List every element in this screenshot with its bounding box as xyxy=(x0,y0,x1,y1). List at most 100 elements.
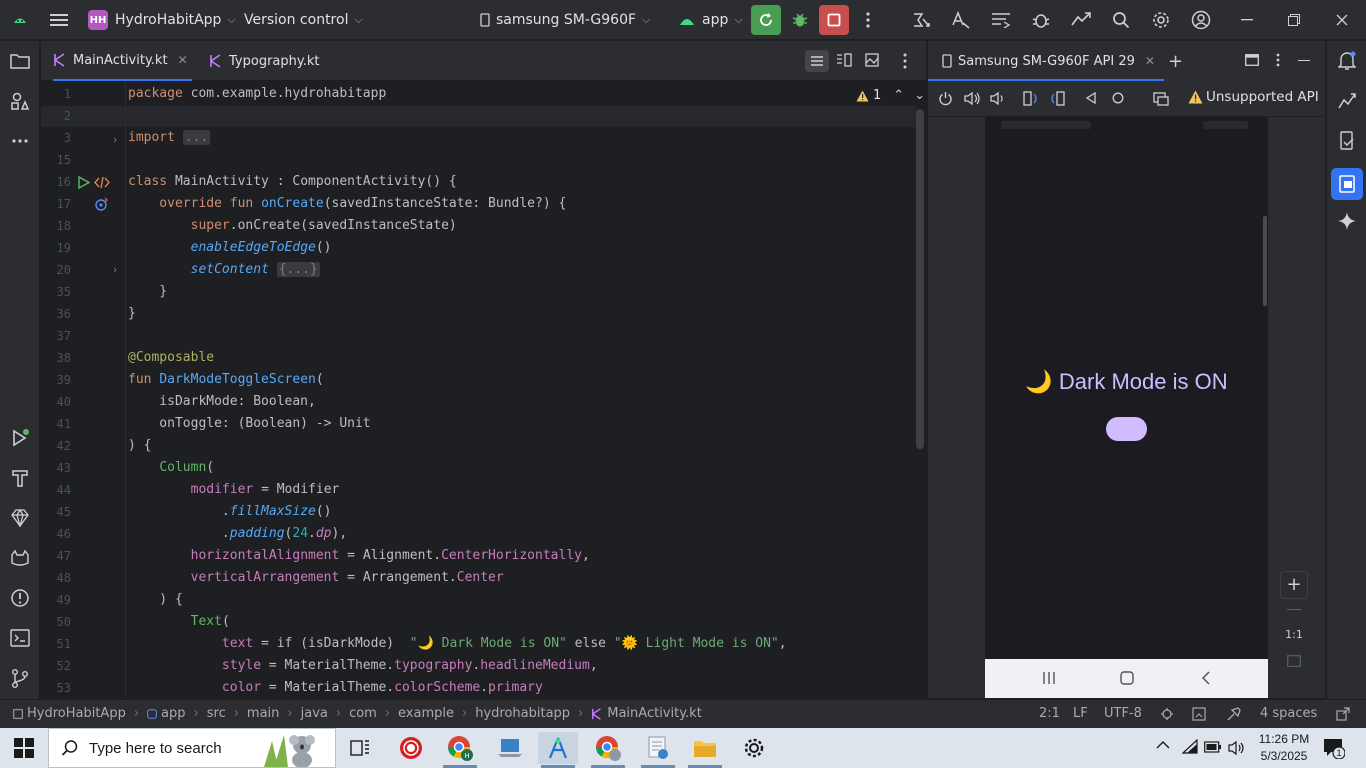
screen-recorder-icon[interactable] xyxy=(391,732,431,764)
breadcrumb-item[interactable]: com xyxy=(349,706,377,721)
account-icon[interactable] xyxy=(1189,8,1213,32)
home-icon[interactable] xyxy=(1120,671,1134,685)
chevron-down-icon[interactable]: ⌄ xyxy=(914,88,925,103)
logcat-icon[interactable] xyxy=(8,546,32,570)
chrome-icon[interactable] xyxy=(588,732,628,764)
line-separator[interactable]: LF xyxy=(1073,706,1088,721)
breadcrumb-item[interactable]: example xyxy=(398,706,454,721)
debug-button[interactable] xyxy=(788,8,812,32)
power-save-icon[interactable] xyxy=(1226,706,1242,722)
code-view-button[interactable] xyxy=(805,50,829,72)
override-gutter-icon[interactable] xyxy=(95,197,109,211)
running-devices-icon[interactable] xyxy=(1331,168,1363,200)
action-center-icon[interactable]: 1 xyxy=(1323,737,1345,759)
add-device-icon[interactable]: + xyxy=(1168,51,1183,72)
options-icon[interactable] xyxy=(1276,53,1280,67)
device-screen[interactable]: 🌙 Dark Mode is ON xyxy=(985,117,1268,659)
notepad-app-icon[interactable] xyxy=(638,732,678,764)
window-close-button[interactable] xyxy=(1330,8,1354,32)
tab-mainactivity[interactable]: MainActivity.kt ✕ xyxy=(53,41,192,81)
window-restore-button[interactable] xyxy=(1282,8,1306,32)
show-hidden-icons-icon[interactable] xyxy=(1156,740,1170,750)
window-minimize-button[interactable] xyxy=(1235,8,1259,32)
terminal-icon[interactable] xyxy=(8,626,32,650)
vertical-scrollbar[interactable] xyxy=(916,109,924,449)
breadcrumb-item[interactable]: hydrohabitapp xyxy=(475,706,570,721)
gemini-sparkle-icon[interactable] xyxy=(1335,209,1359,233)
main-menu-icon[interactable] xyxy=(47,8,71,32)
build-variants-icon[interactable] xyxy=(989,8,1013,32)
rerun-button[interactable] xyxy=(751,5,781,35)
breadcrumb-item[interactable]: src xyxy=(207,706,226,721)
android-debug-icon[interactable] xyxy=(1029,8,1053,32)
breadcrumb-item[interactable]: HydroHabitApp xyxy=(27,706,126,721)
build-hammer-icon[interactable] xyxy=(8,466,32,490)
more-actions-icon[interactable] xyxy=(856,8,880,32)
device-tab[interactable]: Samsung SM-G960F API 29 ✕ xyxy=(928,41,1155,81)
minimize-icon[interactable] xyxy=(1298,60,1310,62)
settings-gear-icon[interactable] xyxy=(734,732,774,764)
wifi-icon[interactable] xyxy=(1182,739,1198,755)
volume-icon[interactable] xyxy=(1228,740,1246,756)
breadcrumb-item[interactable]: main xyxy=(247,706,279,721)
code-editor[interactable]: 1 ⌃ ⌄ 1 2 3 15 16 17 18 19 20 35 36 37 3… xyxy=(41,82,926,698)
split-view-icon[interactable] xyxy=(836,53,852,67)
gem-icon[interactable] xyxy=(8,506,32,530)
caret-position[interactable]: 2:1 xyxy=(1039,706,1060,721)
design-view-icon[interactable] xyxy=(865,53,879,67)
rotate-right-icon[interactable] xyxy=(1049,91,1065,106)
zoom-in-button[interactable]: + xyxy=(1280,571,1308,599)
stop-button[interactable] xyxy=(819,5,849,35)
recents-icon[interactable] xyxy=(1043,671,1055,685)
gradle-icon[interactable] xyxy=(1335,89,1359,113)
device-scrollbar[interactable] xyxy=(1263,216,1267,306)
task-view-icon[interactable] xyxy=(340,732,380,764)
close-icon[interactable]: ✕ xyxy=(1145,54,1155,68)
profiler-icon[interactable] xyxy=(909,8,933,32)
breadcrumb-item[interactable]: MainActivity.kt xyxy=(607,706,702,721)
git-branch-icon[interactable] xyxy=(8,666,32,690)
memory-indicator-icon[interactable] xyxy=(1192,707,1206,721)
settings-gear-icon[interactable] xyxy=(1149,8,1173,32)
taskbar-search-box[interactable]: Type here to search xyxy=(48,728,336,768)
inspection-widget[interactable]: 1 ⌃ ⌄ xyxy=(856,88,925,103)
device-selector[interactable]: samsung SM-G960F ⌵ xyxy=(480,0,650,40)
run-config-selector[interactable]: app ⌵ xyxy=(678,0,743,40)
zoom-out-button[interactable] xyxy=(1287,609,1301,610)
close-icon[interactable]: ✕ xyxy=(178,53,188,67)
fold-expand-icon[interactable]: › xyxy=(113,263,117,276)
indent-setting[interactable]: 4 spaces xyxy=(1260,706,1317,721)
notifications-bell-icon[interactable] xyxy=(1335,49,1359,73)
problems-icon[interactable] xyxy=(8,586,32,610)
unsupported-api-warning[interactable]: Unsupported API xyxy=(1188,89,1319,105)
file-encoding[interactable]: UTF-8 xyxy=(1104,706,1142,721)
zoom-actual-size-button[interactable]: 1:1 xyxy=(1280,628,1308,641)
compose-preview-icon[interactable] xyxy=(94,176,110,189)
system-clock[interactable]: 11:26 PM 5/3/2025 xyxy=(1254,731,1314,765)
more-tabs-icon[interactable] xyxy=(903,53,907,69)
breadcrumb-item[interactable]: java xyxy=(301,706,328,721)
android-studio-logo-icon[interactable] xyxy=(8,8,32,32)
home-icon[interactable] xyxy=(1112,92,1124,104)
run-tool-icon[interactable] xyxy=(8,426,32,450)
readonly-toggle-icon[interactable] xyxy=(1161,707,1173,721)
android-studio-taskbar-icon[interactable] xyxy=(538,732,578,764)
tab-typography[interactable]: Typography.kt xyxy=(209,41,319,81)
screenshot-icon[interactable] xyxy=(1153,91,1169,106)
layout-icon[interactable] xyxy=(1245,54,1259,66)
back-icon[interactable] xyxy=(1201,671,1211,685)
device-explorer-icon[interactable] xyxy=(1335,129,1359,153)
device-manager-icon[interactable] xyxy=(1069,8,1093,32)
laptop-app-icon[interactable] xyxy=(490,732,530,764)
zoom-fit-icon[interactable] xyxy=(1287,655,1301,667)
file-explorer-icon[interactable] xyxy=(685,732,725,764)
search-icon[interactable] xyxy=(1109,8,1133,32)
run-gutter-icon[interactable] xyxy=(78,176,90,189)
chrome-profile-icon[interactable]: H xyxy=(440,732,480,764)
battery-icon[interactable] xyxy=(1204,741,1222,753)
toggle-button[interactable] xyxy=(1106,417,1147,441)
vcs-selector[interactable]: Version control ⌵ xyxy=(244,0,363,40)
chevron-up-icon[interactable]: ⌃ xyxy=(893,88,904,103)
breadcrumb-item[interactable]: app xyxy=(161,706,185,721)
translate-icon[interactable] xyxy=(949,8,973,32)
